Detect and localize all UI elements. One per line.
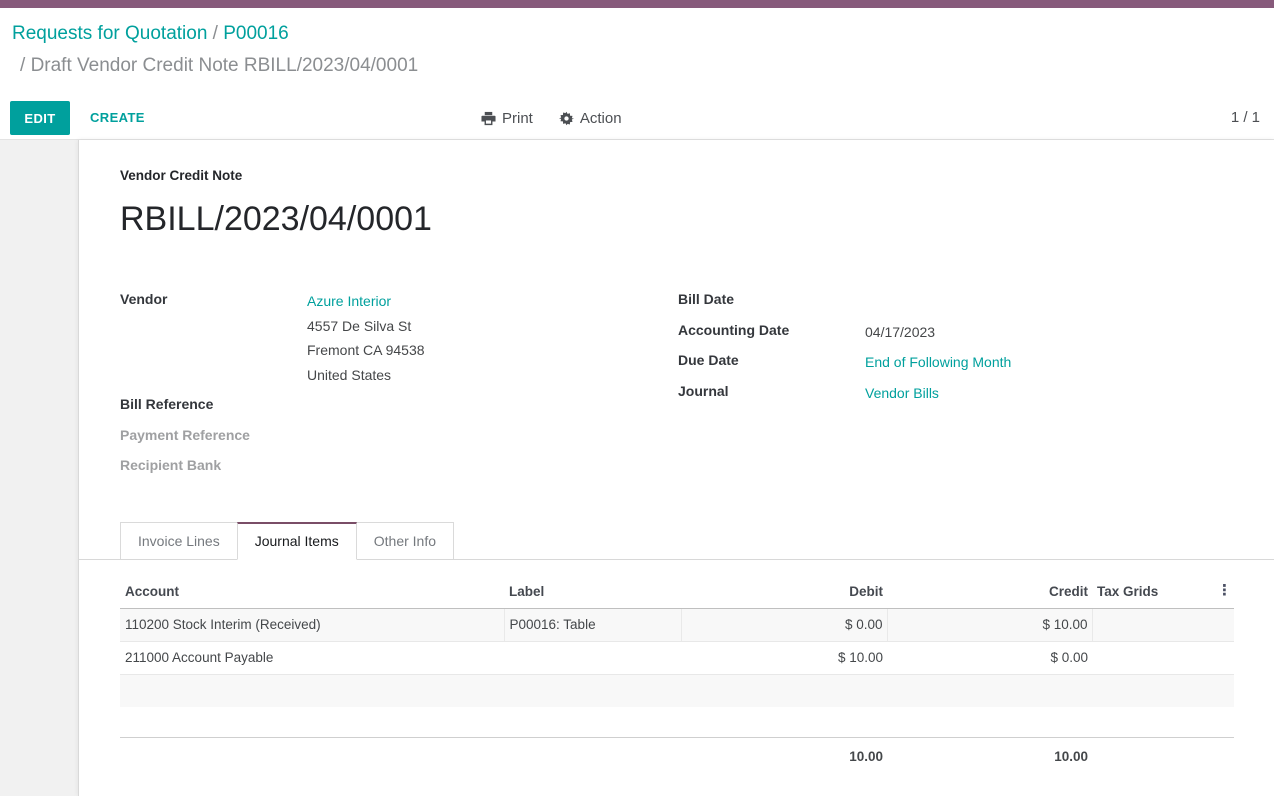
field-groups: Vendor Azure Interior 4557 De Silva St F… <box>120 289 1232 486</box>
action-label: Action <box>580 110 622 127</box>
breadcrumb-link-requests-for-quotation[interactable]: Requests for Quotation <box>12 23 207 44</box>
control-panel: Requests for Quotation / P00016 / Draft … <box>0 8 1274 140</box>
vendor-address-line3: United States <box>307 363 425 388</box>
field-vendor: Vendor Azure Interior 4557 De Silva St F… <box>120 289 678 394</box>
field-group-right: Bill Date Accounting Date 04/17/2023 Due… <box>678 289 1232 486</box>
field-group-left: Vendor Azure Interior 4557 De Silva St F… <box>120 289 678 486</box>
cell-account[interactable]: 211000 Account Payable <box>120 641 504 674</box>
printer-icon <box>481 111 496 126</box>
total-debit: 10.00 <box>120 738 887 764</box>
vendor-address-line1: 4557 De Silva St <box>307 314 425 339</box>
tab-journal-items[interactable]: Journal Items <box>237 522 357 560</box>
breadcrumb-separator-2: / <box>20 55 25 76</box>
action-menu[interactable]: Action <box>559 110 622 127</box>
gear-icon <box>559 111 574 126</box>
accounting-date-value[interactable]: 04/17/2023 <box>865 320 935 345</box>
table-header-row: Account Label Debit Credit Tax Grids ⋮ <box>120 574 1234 609</box>
total-credit: 10.00 <box>887 738 1092 764</box>
edit-button[interactable]: EDIT <box>10 101 70 135</box>
field-accounting-date: Accounting Date 04/17/2023 <box>678 320 1232 351</box>
tab-other-info[interactable]: Other Info <box>356 522 454 559</box>
main-content-area: Vendor Credit Note RBILL/2023/04/0001 Ve… <box>0 140 1274 796</box>
action-menus: Print Action <box>481 101 622 135</box>
print-label: Print <box>502 110 533 127</box>
cell-debit[interactable]: $ 10.00 <box>681 641 887 674</box>
journal-value-link[interactable]: Vendor Bills <box>865 385 939 401</box>
create-button[interactable]: CREATE <box>90 101 145 135</box>
breadcrumb-current-record: Draft Vendor Credit Note RBILL/2023/04/0… <box>31 55 419 76</box>
tab-invoice-lines[interactable]: Invoice Lines <box>120 522 238 559</box>
optional-columns-icon[interactable]: ⋮ <box>1217 583 1232 599</box>
cell-credit[interactable]: $ 10.00 <box>887 608 1092 641</box>
control-panel-buttons: EDIT CREATE Print <box>0 93 1274 133</box>
table-totals-row: 10.00 10.00 <box>120 737 1234 764</box>
empty-table-band <box>120 675 1234 707</box>
cell-label[interactable]: P00016: Table <box>504 608 681 641</box>
print-menu[interactable]: Print <box>481 110 533 127</box>
cell-tax-grids[interactable] <box>1092 608 1234 641</box>
vendor-field-label: Vendor <box>120 289 307 307</box>
journal-label: Journal <box>678 381 865 399</box>
recipient-bank-label: Recipient Bank <box>120 455 307 473</box>
due-date-value-link[interactable]: End of Following Month <box>865 354 1011 370</box>
breadcrumb-separator: / <box>213 23 218 44</box>
bill-reference-label: Bill Reference <box>120 394 307 412</box>
column-header-account[interactable]: Account <box>120 574 504 609</box>
column-header-tax-grids[interactable]: Tax Grids ⋮ <box>1092 574 1234 609</box>
vendor-field-value: Azure Interior 4557 De Silva St Fremont … <box>307 289 425 387</box>
field-journal: Journal Vendor Bills <box>678 381 1232 412</box>
document-type-label: Vendor Credit Note <box>120 168 1232 183</box>
accounting-date-label: Accounting Date <box>678 320 865 338</box>
field-payment-reference: Payment Reference <box>120 425 678 456</box>
bill-date-label: Bill Date <box>678 289 865 307</box>
table-row[interactable]: 211000 Account Payable $ 10.00 $ 0.00 <box>120 641 1234 674</box>
form-sheet: Vendor Credit Note RBILL/2023/04/0001 Ve… <box>78 140 1274 796</box>
field-bill-date: Bill Date <box>678 289 1232 320</box>
vendor-address-line2: Fremont CA 94538 <box>307 338 425 363</box>
journal-items-table: Account Label Debit Credit Tax Grids ⋮ 1… <box>120 574 1234 675</box>
payment-reference-label: Payment Reference <box>120 425 307 443</box>
cell-debit[interactable]: $ 0.00 <box>681 608 887 641</box>
field-recipient-bank: Recipient Bank <box>120 455 678 486</box>
column-header-debit[interactable]: Debit <box>681 574 887 609</box>
cell-tax-grids[interactable] <box>1092 641 1234 674</box>
cell-account[interactable]: 110200 Stock Interim (Received) <box>120 608 504 641</box>
field-due-date: Due Date End of Following Month <box>678 350 1232 381</box>
column-header-label[interactable]: Label <box>504 574 681 609</box>
column-header-credit[interactable]: Credit <box>887 574 1092 609</box>
app-top-bar <box>0 0 1274 8</box>
notebook-tabs: Invoice Lines Journal Items Other Info <box>79 522 1274 560</box>
document-title[interactable]: RBILL/2023/04/0001 <box>120 197 1232 241</box>
record-pager[interactable]: 1 / 1 <box>1231 101 1260 135</box>
breadcrumb-line2: / Draft Vendor Credit Note RBILL/2023/04… <box>12 53 1262 79</box>
cell-credit[interactable]: $ 0.00 <box>887 641 1092 674</box>
due-date-label: Due Date <box>678 350 865 368</box>
breadcrumb-line1: Requests for Quotation / P00016 <box>12 21 1262 47</box>
vendor-link[interactable]: Azure Interior <box>307 293 391 309</box>
table-row[interactable]: 110200 Stock Interim (Received) P00016: … <box>120 608 1234 641</box>
breadcrumb: Requests for Quotation / P00016 / Draft … <box>0 8 1274 79</box>
cell-label[interactable] <box>504 641 681 674</box>
field-bill-reference: Bill Reference <box>120 394 678 425</box>
breadcrumb-link-p00016[interactable]: P00016 <box>223 23 289 44</box>
